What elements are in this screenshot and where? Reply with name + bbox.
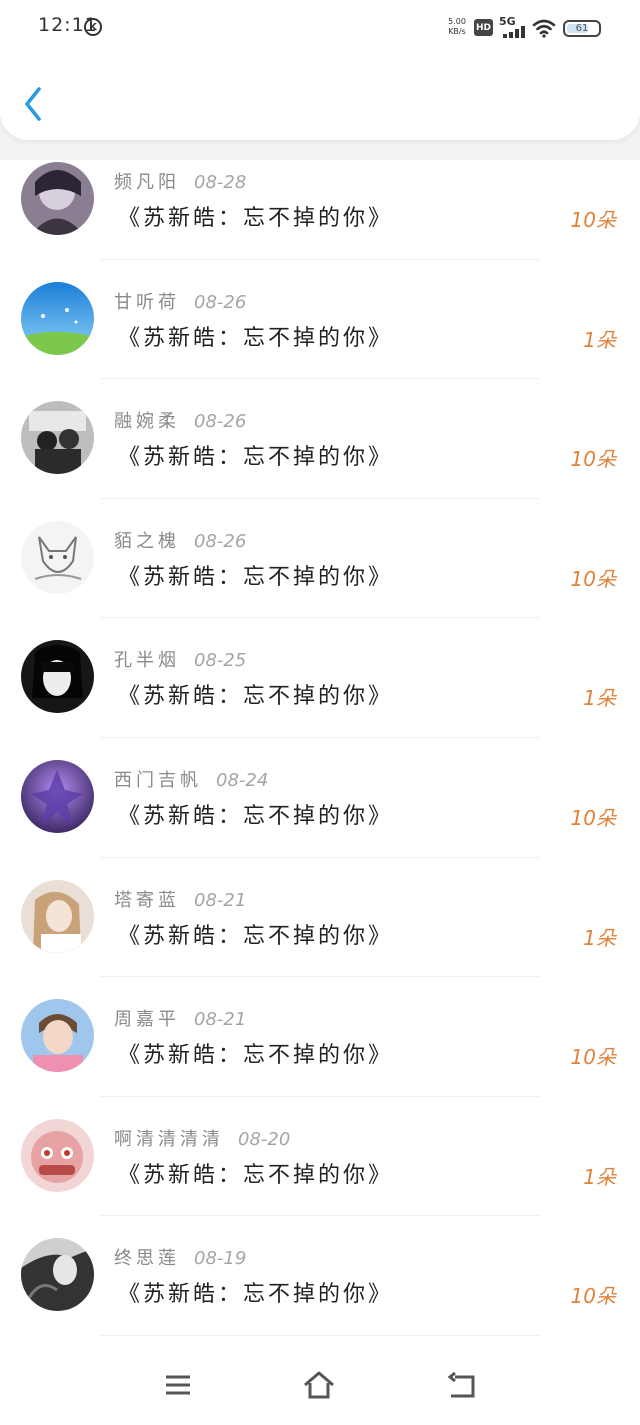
user-name: 周嘉平 (114, 1009, 180, 1031)
user-name: 终思莲 (114, 1248, 180, 1270)
avatar[interactable] (21, 759, 94, 833)
back-icon (447, 1371, 475, 1398)
list-item[interactable]: 西门吉帆 08-24 《苏新皓：忘不掉的你》 10朵 (0, 738, 640, 858)
post-date: 08-21 (194, 889, 247, 911)
post-date: 08-26 (194, 291, 247, 313)
avatar[interactable] (21, 1238, 94, 1312)
chevron-left-icon (25, 87, 41, 121)
user-line: 西门吉帆 08-24 (114, 766, 268, 792)
header-card: 12:11 K 5.00 KB/s HD 5G 61 (0, 0, 640, 140)
flower-count: 10朵 (570, 1284, 616, 1309)
home-icon (304, 1371, 334, 1399)
user-name: 频凡阳 (114, 172, 180, 193)
back-button[interactable] (18, 82, 52, 126)
user-name: 融婉柔 (114, 411, 180, 433)
user-line: 啊清清清清 08-20 (114, 1125, 290, 1151)
flower-count: 1朵 (583, 327, 616, 352)
system-navigation-bar (0, 1340, 640, 1425)
avatar[interactable] (21, 401, 94, 475)
divider (100, 1334, 540, 1336)
gift-record-list: 频凡阳 08-28 《苏新皓：忘不掉的你》 10朵 甘听荷 08-26 《苏新皓：忘不掉的你… (0, 140, 640, 1336)
home-button[interactable] (302, 1370, 336, 1400)
list-item[interactable]: 终思莲 08-19 《苏新皓：忘不掉的你》 10朵 (0, 1216, 640, 1336)
user-line: 塔寄蓝 08-21 (114, 886, 246, 912)
work-title: 《苏新皓：忘不掉的你》 (118, 1282, 394, 1308)
user-name: 塔寄蓝 (114, 889, 180, 911)
list-item[interactable]: 貊之槐 08-26 《苏新皓：忘不掉的你》 10朵 (0, 499, 640, 619)
user-name: 貊之槐 (114, 530, 180, 552)
user-name: 甘听荷 (114, 291, 180, 313)
post-date: 08-26 (194, 530, 247, 552)
work-title: 《苏新皓：忘不掉的你》 (118, 325, 394, 351)
flower-count: 10朵 (570, 805, 616, 830)
avatar[interactable] (21, 281, 94, 355)
status-bar: 12:11 K 5.00 KB/s HD 5G 61 (0, 0, 640, 56)
work-title: 《苏新皓：忘不掉的你》 (118, 923, 394, 949)
list-item[interactable]: 甘听荷 08-26 《苏新皓：忘不掉的你》 1朵 (0, 260, 640, 380)
wifi-icon (532, 19, 556, 38)
post-date: 08-19 (194, 1248, 247, 1270)
user-name: 啊清清清清 (114, 1128, 224, 1150)
battery-icon: 61 (563, 20, 601, 37)
avatar[interactable] (21, 879, 94, 953)
post-date: 08-20 (238, 1128, 291, 1150)
network-speed-unit: KB/s (448, 27, 466, 36)
flower-count: 10朵 (570, 447, 616, 472)
user-line: 孔半烟 08-25 (114, 646, 246, 672)
flower-count: 10朵 (570, 208, 616, 232)
menu-icon (166, 1375, 190, 1395)
avatar[interactable] (21, 1118, 94, 1192)
flower-count: 1朵 (583, 1164, 616, 1189)
work-title: 《苏新皓：忘不掉的你》 (118, 1043, 394, 1069)
user-name: 西门吉帆 (114, 769, 202, 791)
flower-count: 10朵 (570, 566, 616, 591)
list-item[interactable]: 塔寄蓝 08-21 《苏新皓：忘不掉的你》 1朵 (0, 858, 640, 978)
user-line: 周嘉平 08-21 (114, 1005, 246, 1031)
avatar[interactable] (21, 520, 94, 594)
user-line: 貊之槐 08-26 (114, 527, 246, 553)
user-line: 甘听荷 08-26 (114, 288, 246, 314)
list-item[interactable]: 频凡阳 08-28 《苏新皓：忘不掉的你》 10朵 (0, 140, 640, 260)
post-date: 08-25 (194, 650, 247, 672)
system-back-button[interactable] (445, 1370, 479, 1400)
flower-count: 10朵 (570, 1045, 616, 1070)
user-line: 终思莲 08-19 (114, 1244, 246, 1270)
avatar[interactable] (21, 162, 94, 235)
menu-button[interactable] (161, 1370, 195, 1400)
avatar[interactable] (21, 640, 94, 714)
work-title: 《苏新皓：忘不掉的你》 (118, 445, 394, 471)
avatar[interactable] (21, 999, 94, 1073)
network-speed-value: 5.00 (448, 17, 466, 26)
work-title: 《苏新皓：忘不掉的你》 (118, 206, 394, 231)
list-item[interactable]: 融婉柔 08-26 《苏新皓：忘不掉的你》 10朵 (0, 379, 640, 499)
network-speed: 5.00 KB/s (447, 17, 467, 37)
flower-count: 1朵 (583, 925, 616, 950)
work-title: 《苏新皓：忘不掉的你》 (118, 564, 394, 590)
work-title: 《苏新皓：忘不掉的你》 (118, 803, 394, 829)
hd-icon: HD (474, 19, 493, 36)
flower-count: 1朵 (583, 686, 616, 711)
battery-level: 61 (575, 23, 589, 34)
list-item[interactable]: 周嘉平 08-21 《苏新皓：忘不掉的你》 10朵 (0, 977, 640, 1097)
post-date: 08-21 (194, 1009, 247, 1031)
post-date: 08-26 (194, 411, 247, 433)
list-item[interactable]: 啊清清清清 08-20 《苏新皓：忘不掉的你》 1朵 (0, 1097, 640, 1217)
signal-icon (503, 26, 525, 38)
work-title: 《苏新皓：忘不掉的你》 (118, 684, 394, 710)
post-date: 08-28 (194, 172, 247, 193)
user-line: 频凡阳 08-28 (114, 168, 246, 194)
work-title: 《苏新皓：忘不掉的你》 (118, 1162, 394, 1188)
user-line: 融婉柔 08-26 (114, 407, 246, 433)
list-item[interactable]: 孔半烟 08-25 《苏新皓：忘不掉的你》 1朵 (0, 618, 640, 738)
k-badge-icon: K (84, 18, 102, 36)
user-name: 孔半烟 (114, 650, 180, 672)
post-date: 08-24 (216, 769, 269, 791)
